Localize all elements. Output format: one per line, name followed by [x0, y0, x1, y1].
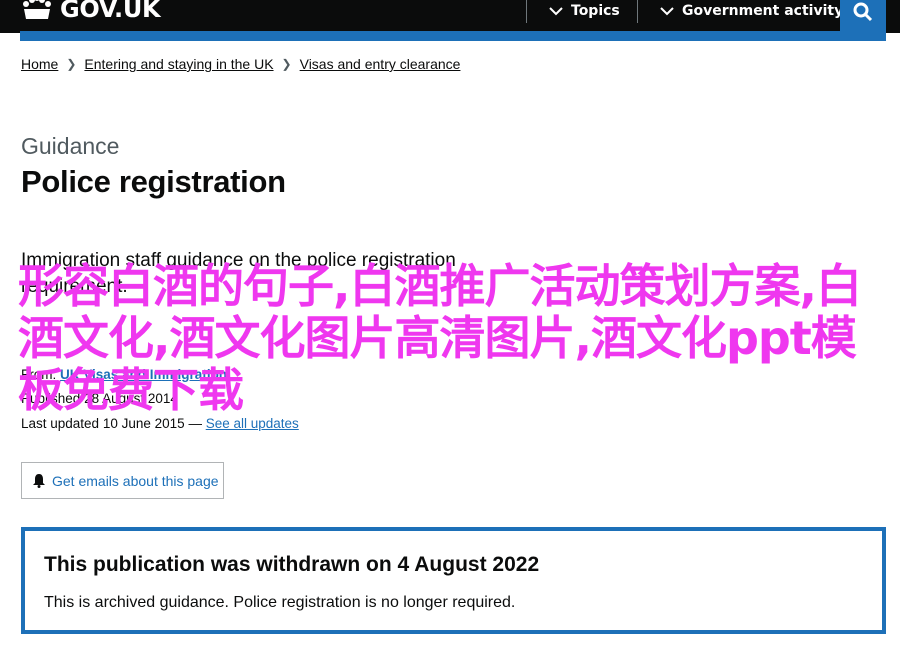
nav-topics[interactable]: Topics: [549, 3, 620, 19]
breadcrumb-entering-staying[interactable]: Entering and staying in the UK: [84, 56, 273, 72]
search-icon: [853, 2, 873, 22]
bell-icon: [33, 474, 45, 488]
header-accent-bar: [20, 31, 886, 41]
meta-updated: Last updated 10 June 2015 — See all upda…: [21, 416, 299, 431]
withdrawn-heading: This publication was withdrawn on 4 Augu…: [44, 553, 540, 576]
get-emails-button[interactable]: Get emails about this page: [21, 462, 224, 499]
overlay-watermark-text: 形容白酒的句子,白酒推广活动策划方案,白酒文化,酒文化图片高清图片,酒文化ppt…: [18, 259, 862, 417]
chevron-down-icon: [660, 6, 674, 15]
site-header: GOV.UK Topics Government activity: [0, 0, 900, 33]
get-emails-label: Get emails about this page: [52, 472, 219, 489]
meta-updated-sep: —: [188, 416, 202, 431]
nav-government-activity[interactable]: Government activity: [660, 3, 843, 19]
govuk-logo[interactable]: GOV.UK: [20, 0, 161, 23]
breadcrumb-visas[interactable]: Visas and entry clearance: [300, 56, 461, 72]
meta-updated-label: Last updated: [21, 416, 100, 431]
nav-divider: [637, 0, 638, 23]
chevron-right-icon: ❯: [281, 57, 292, 71]
withdrawn-notice: This publication was withdrawn on 4 Augu…: [21, 527, 886, 634]
withdrawn-body: This is archived guidance. Police regist…: [44, 594, 516, 611]
nav-government-activity-label: Government activity: [682, 3, 844, 19]
nav-divider: [526, 0, 527, 23]
crown-icon: [23, 0, 51, 19]
breadcrumb: Home ❯ Entering and staying in the UK ❯ …: [21, 56, 460, 72]
search-button[interactable]: [840, 0, 886, 33]
logo-text: GOV.UK: [60, 0, 161, 23]
see-all-updates-link[interactable]: See all updates: [206, 416, 299, 431]
breadcrumb-home[interactable]: Home: [21, 56, 58, 72]
page-caption: Guidance: [21, 133, 120, 159]
page-title: Police registration: [21, 164, 286, 199]
meta-updated-date: 10 June 2015: [102, 416, 185, 431]
chevron-down-icon: [549, 6, 563, 15]
chevron-right-icon: ❯: [66, 57, 77, 71]
nav-topics-label: Topics: [571, 3, 620, 19]
